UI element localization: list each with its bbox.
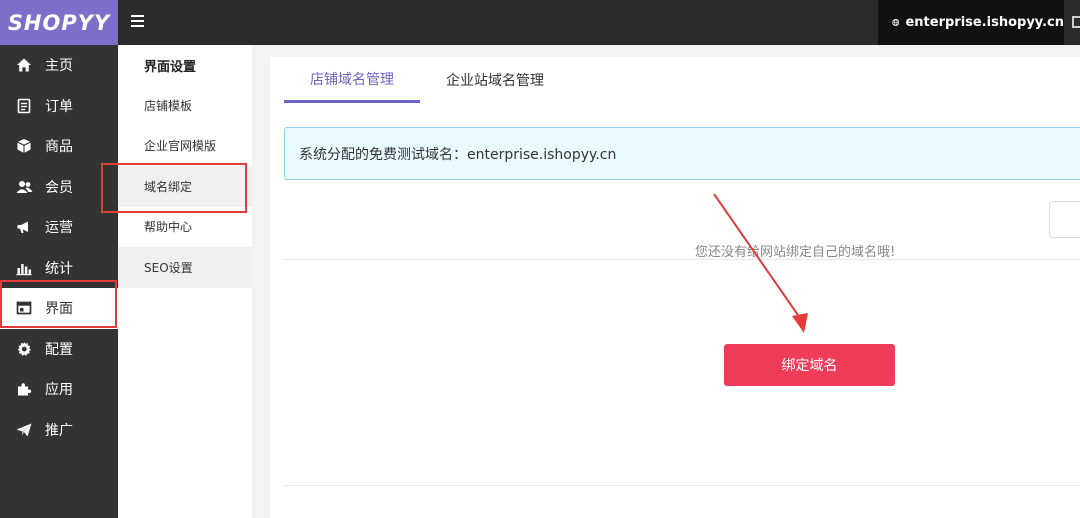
sidebar-item-settings[interactable]: 配置 xyxy=(0,329,118,370)
sidebar-item-label: 推广 xyxy=(45,422,73,439)
sidebar-item-label: 订单 xyxy=(45,98,73,115)
submenu-title: 界面设置 xyxy=(144,59,197,75)
submenu-item-domain-binding[interactable]: 域名绑定 xyxy=(118,166,252,207)
submenu-item-store-template[interactable]: 店铺模板 xyxy=(118,85,252,126)
store-domain-text: enterprise.ishopyy.cn xyxy=(905,15,1064,30)
product-icon xyxy=(15,137,33,155)
top-bar: SHOPYY enterprise.ishopyy.cn xyxy=(0,0,1080,45)
divider xyxy=(284,259,1080,260)
store-domain-link[interactable]: enterprise.ishopyy.cn xyxy=(878,0,1064,45)
tab-enterprise-domain[interactable]: 企业站域名管理 xyxy=(420,57,570,103)
main-panel: 店铺域名管理 企业站域名管理 系统分配的免费测试域名：enterprise.is… xyxy=(270,57,1080,518)
sidebar-item-label: 配置 xyxy=(45,341,73,358)
puzzle-icon xyxy=(15,380,33,398)
globe-icon xyxy=(892,18,900,27)
toolbar-button[interactable] xyxy=(1049,201,1080,238)
order-icon xyxy=(15,97,33,115)
member-icon xyxy=(15,178,33,196)
divider xyxy=(284,485,1080,486)
test-domain-notice: 系统分配的免费测试域名：enterprise.ishopyy.cn xyxy=(284,127,1080,180)
sidebar-item-operations[interactable]: 运营 xyxy=(0,207,118,248)
bind-domain-button[interactable]: 绑定域名 xyxy=(724,344,895,386)
interface-submenu: 界面设置 店铺模板 企业官网模版 域名绑定 帮助中心 SEO设置 xyxy=(118,45,252,518)
clipboard-icon[interactable] xyxy=(1072,16,1080,28)
domain-tabs: 店铺域名管理 企业站域名管理 xyxy=(284,57,570,103)
sidebar-item-promotion[interactable]: 推广 xyxy=(0,410,118,451)
sidebar-item-orders[interactable]: 订单 xyxy=(0,86,118,127)
empty-state-text: 您还没有给网站绑定自己的域名哦! xyxy=(695,245,896,260)
megaphone-icon xyxy=(15,218,33,236)
sidebar-item-label: 应用 xyxy=(45,382,73,399)
sidebar-item-interface[interactable]: 界面 xyxy=(0,288,118,329)
sidebar-item-members[interactable]: 会员 xyxy=(0,167,118,208)
gear-icon xyxy=(15,340,33,358)
sidebar-item-label: 统计 xyxy=(45,260,73,277)
sidebar-item-label: 运营 xyxy=(45,220,73,237)
tab-store-domain[interactable]: 店铺域名管理 xyxy=(284,57,420,103)
submenu-item-seo-settings[interactable]: SEO设置 xyxy=(118,247,252,288)
sidebar-item-label: 主页 xyxy=(45,58,73,75)
sidebar-item-label: 商品 xyxy=(45,139,73,156)
main-sidebar: 主页 订单 商品 会员 运营 统计 界面 配置 应用 推广 xyxy=(0,45,118,518)
sidebar-item-statistics[interactable]: 统计 xyxy=(0,248,118,289)
sidebar-item-products[interactable]: 商品 xyxy=(0,126,118,167)
interface-icon xyxy=(15,299,33,317)
hamburger-menu-icon[interactable] xyxy=(128,12,150,32)
submenu-item-enterprise-template[interactable]: 企业官网模版 xyxy=(118,126,252,167)
sidebar-item-apps[interactable]: 应用 xyxy=(0,369,118,410)
brand-logo[interactable]: SHOPYY xyxy=(0,0,118,45)
paper-plane-icon xyxy=(15,421,33,439)
submenu-item-help-center[interactable]: 帮助中心 xyxy=(118,207,252,248)
sidebar-item-home[interactable]: 主页 xyxy=(0,45,118,86)
sidebar-item-label: 界面 xyxy=(45,301,73,318)
chart-icon xyxy=(15,259,33,277)
home-icon xyxy=(15,56,33,74)
sidebar-item-label: 会员 xyxy=(45,179,73,196)
